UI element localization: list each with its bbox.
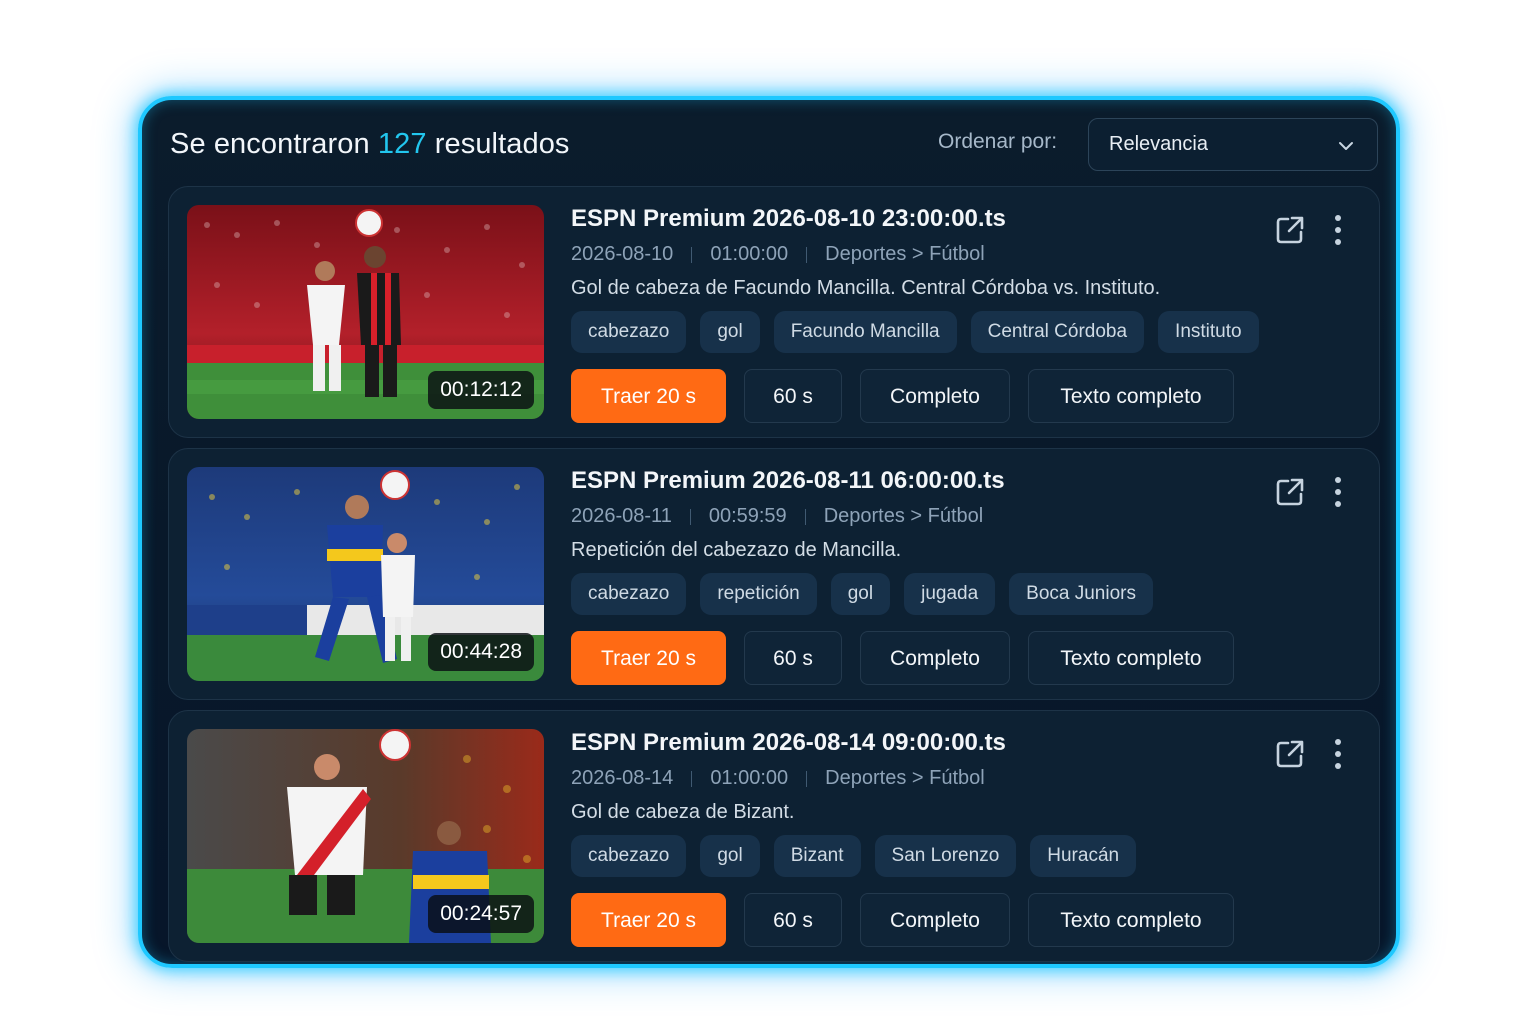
full-video-button[interactable]: Completo bbox=[860, 893, 1010, 947]
results-summary: Se encontraron 127 resultados bbox=[170, 128, 570, 161]
fetch-60s-button[interactable]: 60 s bbox=[744, 369, 842, 423]
result-category: Deportes > Fútbol bbox=[825, 767, 985, 789]
full-transcript-button[interactable]: Texto completo bbox=[1028, 893, 1234, 947]
tag-chip[interactable]: gol bbox=[830, 573, 891, 615]
result-date: 2026-08-11 bbox=[571, 505, 672, 527]
result-date: 2026-08-10 bbox=[571, 243, 674, 265]
tag-chip[interactable]: Central Córdoba bbox=[970, 311, 1145, 353]
result-card: 00:24:57 ESPN Premium 2026-08-14 09:00:0… bbox=[168, 710, 1380, 962]
video-thumbnail[interactable]: 00:44:28 bbox=[187, 467, 544, 681]
search-results-panel: Se encontraron 127 resultados Ordenar po… bbox=[138, 96, 1400, 968]
tag-chip[interactable]: cabezazo bbox=[571, 573, 687, 615]
external-link-icon[interactable] bbox=[1273, 213, 1307, 247]
meta-divider bbox=[806, 246, 808, 263]
video-thumbnail[interactable]: 00:12:12 bbox=[187, 205, 544, 419]
result-description: Gol de cabeza de Bizant. bbox=[571, 801, 795, 823]
more-vertical-icon[interactable] bbox=[1331, 475, 1345, 509]
result-category: Deportes > Fútbol bbox=[823, 505, 984, 527]
tag-chip[interactable]: San Lorenzo bbox=[874, 835, 1017, 877]
timestamp-badge: 00:12:12 bbox=[428, 371, 534, 409]
sort-label: Ordenar por: bbox=[938, 130, 1058, 153]
tag-chip[interactable]: Huracán bbox=[1030, 835, 1137, 877]
full-video-button[interactable]: Completo bbox=[860, 369, 1010, 423]
more-vertical-icon[interactable] bbox=[1331, 737, 1345, 771]
action-buttons: Traer 20 s 60 s Completo Texto completo bbox=[571, 369, 1234, 423]
action-buttons: Traer 20 s 60 s Completo Texto completo bbox=[571, 893, 1234, 947]
result-description: Gol de cabeza de Facundo Mancilla. Centr… bbox=[571, 277, 1161, 299]
results-suffix: resultados bbox=[434, 128, 570, 160]
meta-divider bbox=[691, 770, 693, 787]
tag-chip[interactable]: cabezazo bbox=[571, 835, 687, 877]
fetch-20s-button[interactable]: Traer 20 s bbox=[571, 893, 726, 947]
result-meta: 2026-08-10 01:00:00 Deportes > Fútbol bbox=[571, 243, 985, 266]
full-video-button[interactable]: Completo bbox=[860, 631, 1010, 685]
tag-list: cabezazo gol Bizant San Lorenzo Huracán bbox=[571, 835, 1137, 877]
result-title[interactable]: ESPN Premium 2026-08-10 23:00:00.ts bbox=[571, 205, 1006, 233]
result-length: 00:59:59 bbox=[708, 505, 787, 527]
results-count: 127 bbox=[377, 128, 427, 160]
tag-chip[interactable]: gol bbox=[700, 835, 760, 877]
external-link-icon[interactable] bbox=[1273, 737, 1307, 771]
result-category: Deportes > Fútbol bbox=[825, 243, 985, 265]
tag-list: cabezazo repetición gol jugada Boca Juni… bbox=[571, 573, 1153, 615]
video-thumbnail[interactable]: 00:24:57 bbox=[187, 729, 544, 943]
fetch-20s-button[interactable]: Traer 20 s bbox=[571, 369, 726, 423]
tag-chip[interactable]: gol bbox=[700, 311, 760, 353]
sort-dropdown[interactable]: Relevancia bbox=[1088, 118, 1378, 171]
full-transcript-button[interactable]: Texto completo bbox=[1028, 631, 1234, 685]
chevron-down-icon bbox=[1339, 142, 1353, 150]
tag-list: cabezazo gol Facundo Mancilla Central Có… bbox=[571, 311, 1259, 353]
timestamp-badge: 00:44:28 bbox=[428, 633, 534, 671]
tag-chip[interactable]: repetición bbox=[700, 573, 817, 615]
tag-chip[interactable]: cabezazo bbox=[571, 311, 687, 353]
result-date: 2026-08-14 bbox=[571, 767, 674, 789]
fetch-20s-button[interactable]: Traer 20 s bbox=[571, 631, 726, 685]
fetch-60s-button[interactable]: 60 s bbox=[744, 893, 842, 947]
result-card: 00:44:28 ESPN Premium 2026-08-11 06:00:0… bbox=[168, 448, 1380, 700]
tag-chip[interactable]: Facundo Mancilla bbox=[773, 311, 957, 353]
full-transcript-button[interactable]: Texto completo bbox=[1028, 369, 1234, 423]
action-buttons: Traer 20 s 60 s Completo Texto completo bbox=[571, 631, 1234, 685]
tag-chip[interactable]: Bizant bbox=[773, 835, 861, 877]
result-title[interactable]: ESPN Premium 2026-08-11 06:00:00.ts bbox=[571, 467, 1005, 495]
result-card: 00:12:12 ESPN Premium 2026-08-10 23:00:0… bbox=[168, 186, 1380, 438]
meta-divider bbox=[691, 246, 693, 263]
result-meta: 2026-08-11 00:59:59 Deportes > Fútbol bbox=[571, 505, 983, 528]
result-description: Repetición del cabezazo de Mancilla. bbox=[571, 539, 902, 561]
timestamp-badge: 00:24:57 bbox=[428, 895, 534, 933]
result-length: 01:00:00 bbox=[710, 767, 789, 789]
sort-selected-value: Relevancia bbox=[1109, 133, 1208, 155]
meta-divider bbox=[689, 508, 691, 525]
result-length: 01:00:00 bbox=[710, 243, 789, 265]
result-meta: 2026-08-14 01:00:00 Deportes > Fútbol bbox=[571, 767, 985, 790]
tag-chip[interactable]: Instituto bbox=[1158, 311, 1259, 353]
meta-divider bbox=[804, 508, 806, 525]
tag-chip[interactable]: Boca Juniors bbox=[1009, 573, 1153, 615]
more-vertical-icon[interactable] bbox=[1331, 213, 1345, 247]
fetch-60s-button[interactable]: 60 s bbox=[744, 631, 842, 685]
results-header: Se encontraron 127 resultados Ordenar po… bbox=[170, 118, 1378, 172]
tag-chip[interactable]: jugada bbox=[904, 573, 996, 615]
external-link-icon[interactable] bbox=[1273, 475, 1307, 509]
results-prefix: Se encontraron bbox=[170, 128, 370, 160]
meta-divider bbox=[806, 770, 808, 787]
result-title[interactable]: ESPN Premium 2026-08-14 09:00:00.ts bbox=[571, 729, 1006, 757]
